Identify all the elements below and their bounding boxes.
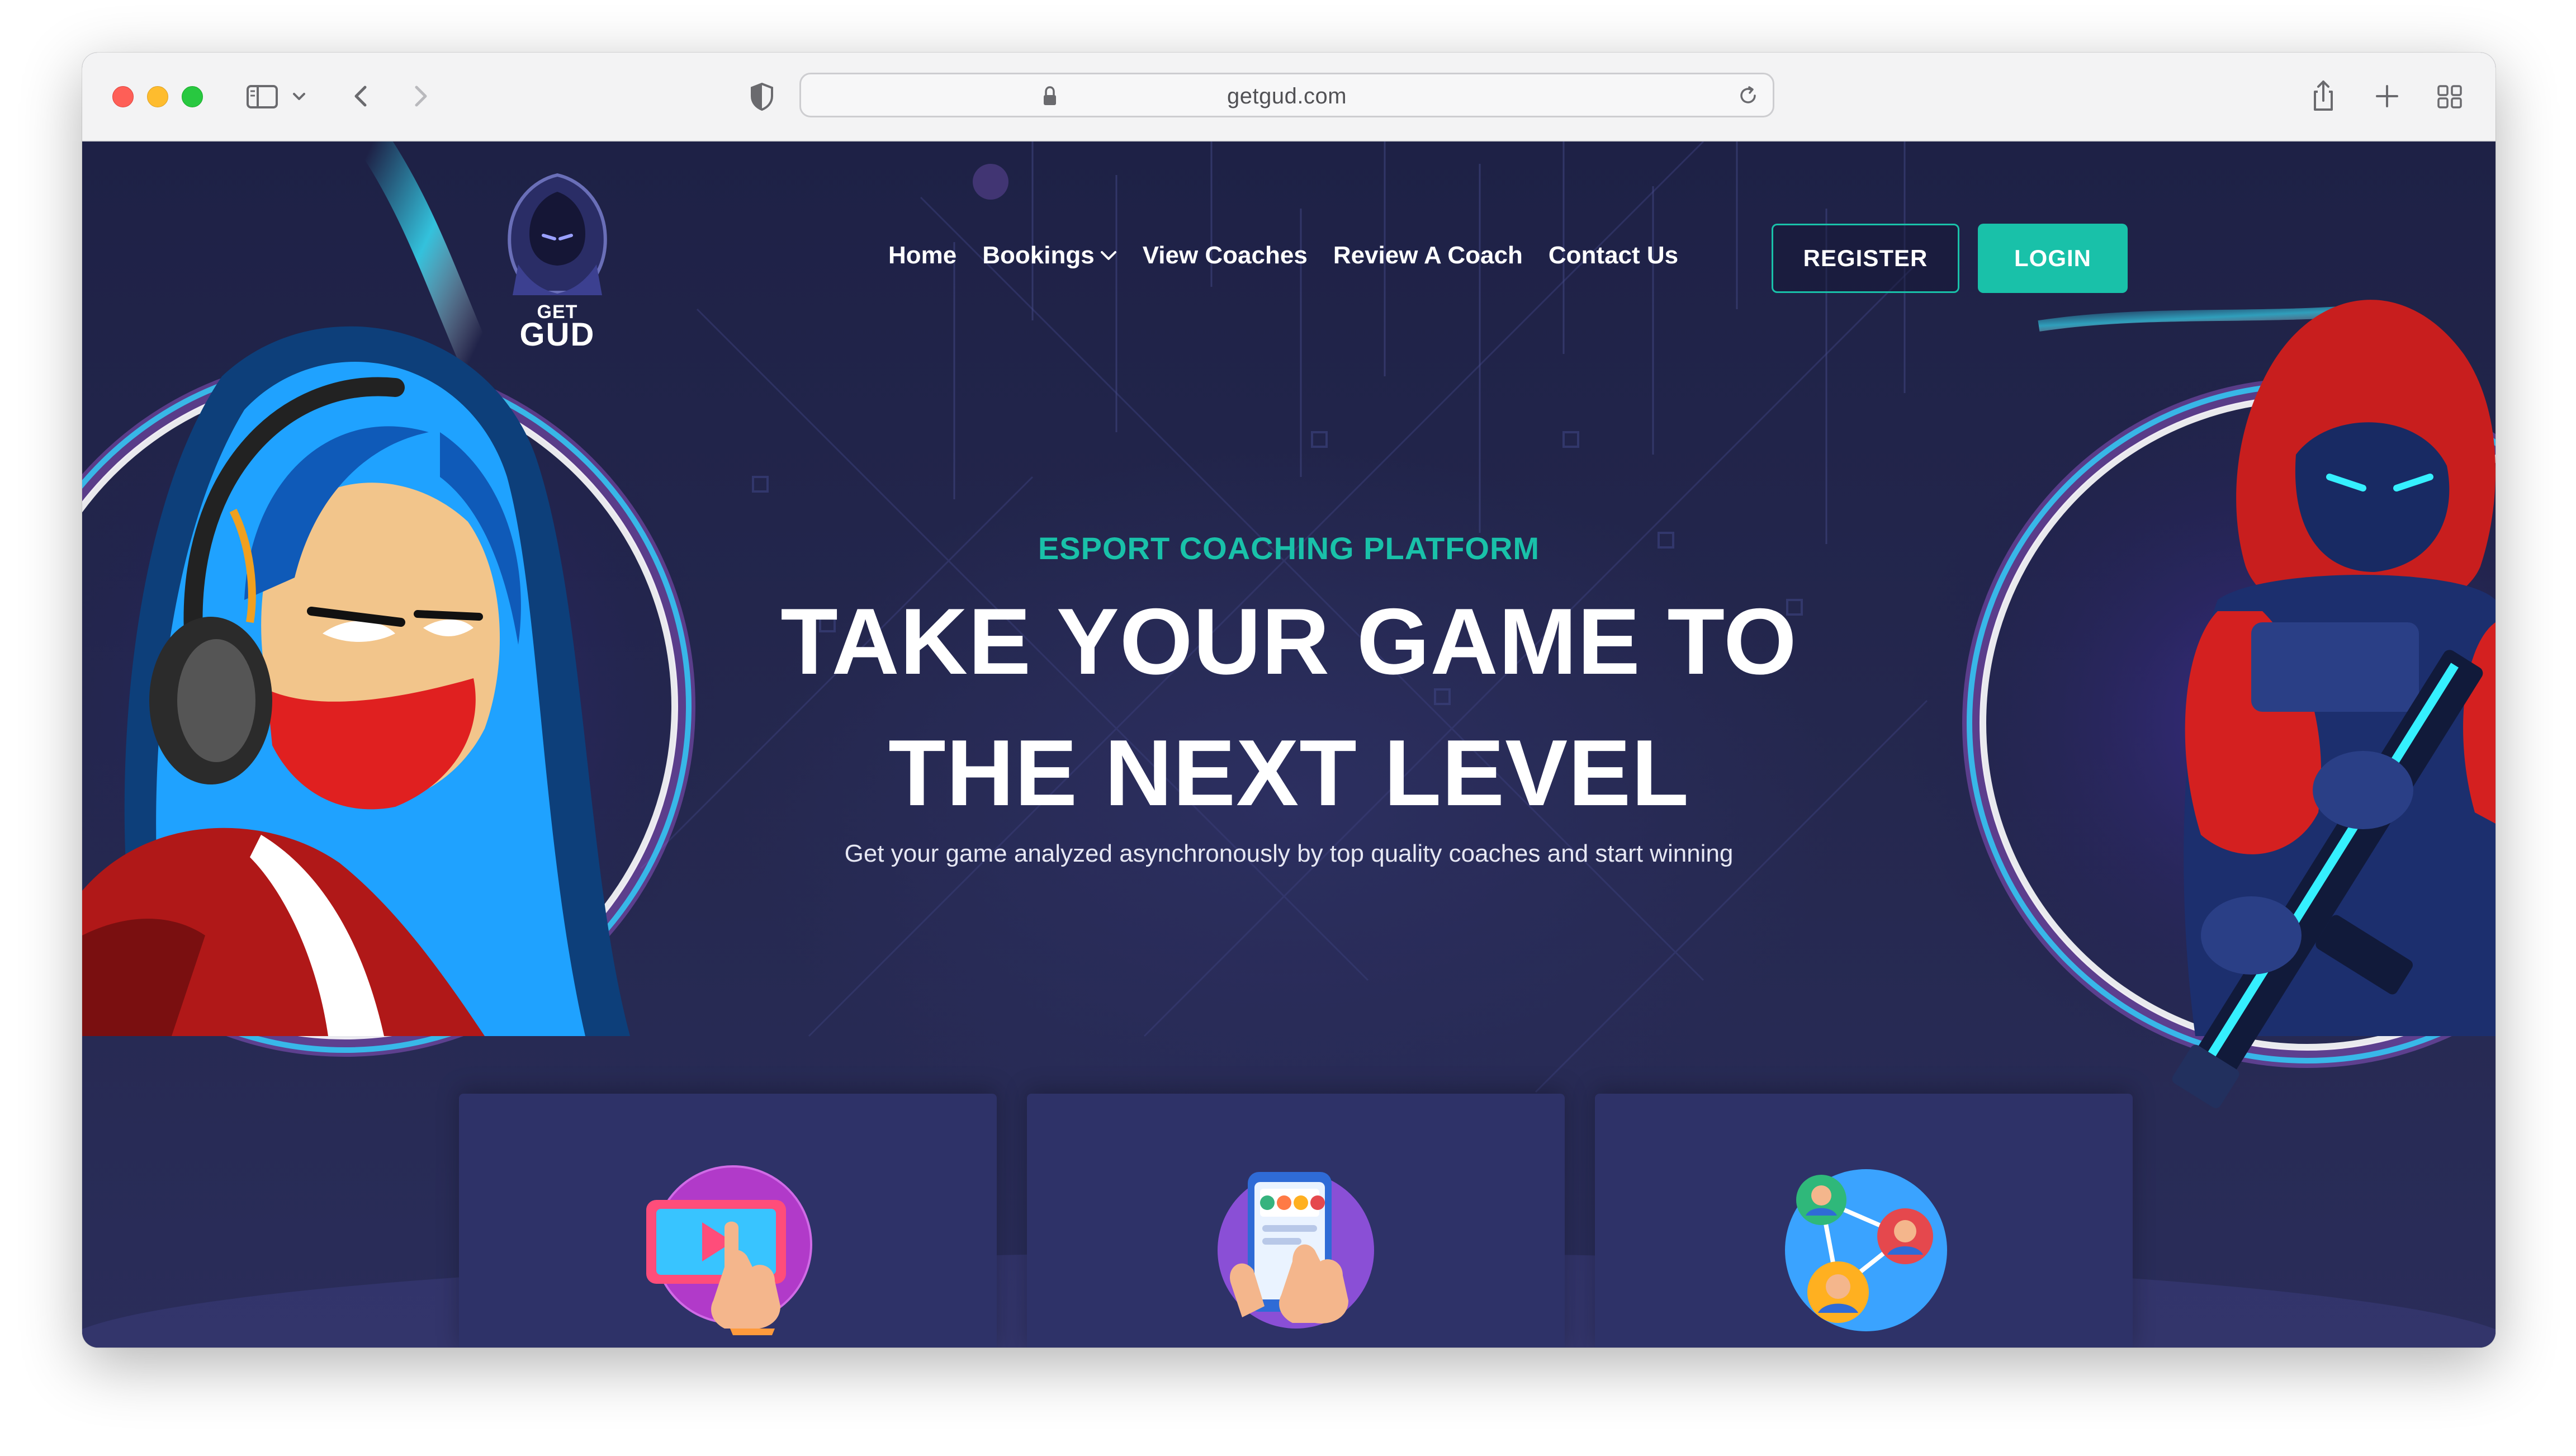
privacy-shield-icon[interactable]	[746, 78, 778, 114]
new-tab-icon[interactable]	[2373, 78, 2401, 114]
phone-coaches-icon	[1218, 1172, 1374, 1329]
share-icon[interactable]	[2309, 78, 2337, 114]
main-nav: Home Bookings View Coaches Review A Coac…	[888, 239, 1678, 272]
hero-title-line-1: TAKE YOUR GAME TO	[780, 589, 1797, 694]
maximize-window-button[interactable]	[182, 86, 203, 107]
nav-home-label: Home	[888, 242, 957, 269]
feature-card-video[interactable]	[459, 1094, 997, 1348]
nav-review-a-coach-label: Review A Coach	[1333, 242, 1523, 269]
forward-icon[interactable]	[410, 78, 432, 114]
site-logo[interactable]: GET GUD	[485, 169, 630, 354]
nav-contact-us[interactable]: Contact Us	[1549, 242, 1678, 270]
sidebar-toggle-icon[interactable]	[245, 78, 279, 114]
url-text: getgud.com	[1227, 84, 1347, 108]
feature-card-network[interactable]	[1595, 1094, 2133, 1348]
minimize-window-button[interactable]	[147, 86, 168, 107]
chevron-down-icon	[1100, 251, 1116, 260]
hero-description: Get your game analyzed asynchronously by…	[844, 840, 1734, 867]
nav-view-coaches[interactable]: View Coaches	[1143, 242, 1308, 270]
close-window-button[interactable]	[112, 86, 134, 107]
hero-eyebrow: ESPORT COACHING PLATFORM	[1038, 531, 1540, 566]
reload-icon[interactable]	[1736, 83, 1760, 108]
login-button[interactable]: LOGIN	[1978, 224, 2128, 293]
web-page: GET GUD Home Bookings View Coaches Revie…	[82, 141, 2496, 1348]
hooded-figure-logo-icon	[508, 173, 607, 295]
nav-contact-us-label: Contact Us	[1548, 242, 1679, 269]
nav-bookings-label: Bookings	[982, 242, 1095, 269]
back-icon[interactable]	[349, 78, 372, 114]
register-button[interactable]: REGISTER	[1772, 224, 1959, 293]
browser-toolbar: getgud.com	[82, 53, 2496, 141]
nav-review-a-coach[interactable]: Review A Coach	[1333, 242, 1523, 270]
address-bar[interactable]: getgud.com	[799, 73, 1774, 117]
network-people-icon	[1785, 1169, 1947, 1331]
video-tablet-icon	[646, 1165, 812, 1335]
chevron-down-icon[interactable]	[291, 78, 307, 114]
browser-window: getgud.com GET GUD Home Bookings View Co…	[82, 53, 2496, 1348]
nav-bookings[interactable]: Bookings	[982, 242, 1116, 270]
tab-overview-icon[interactable]	[2435, 78, 2465, 114]
nav-home[interactable]: Home	[888, 242, 956, 270]
feature-card-coaches[interactable]	[1027, 1094, 1565, 1348]
nav-view-coaches-label: View Coaches	[1142, 242, 1308, 269]
hero-title-line-2: THE NEXT LEVEL	[888, 720, 1689, 825]
logo-text-gud: GUD	[519, 316, 595, 353]
